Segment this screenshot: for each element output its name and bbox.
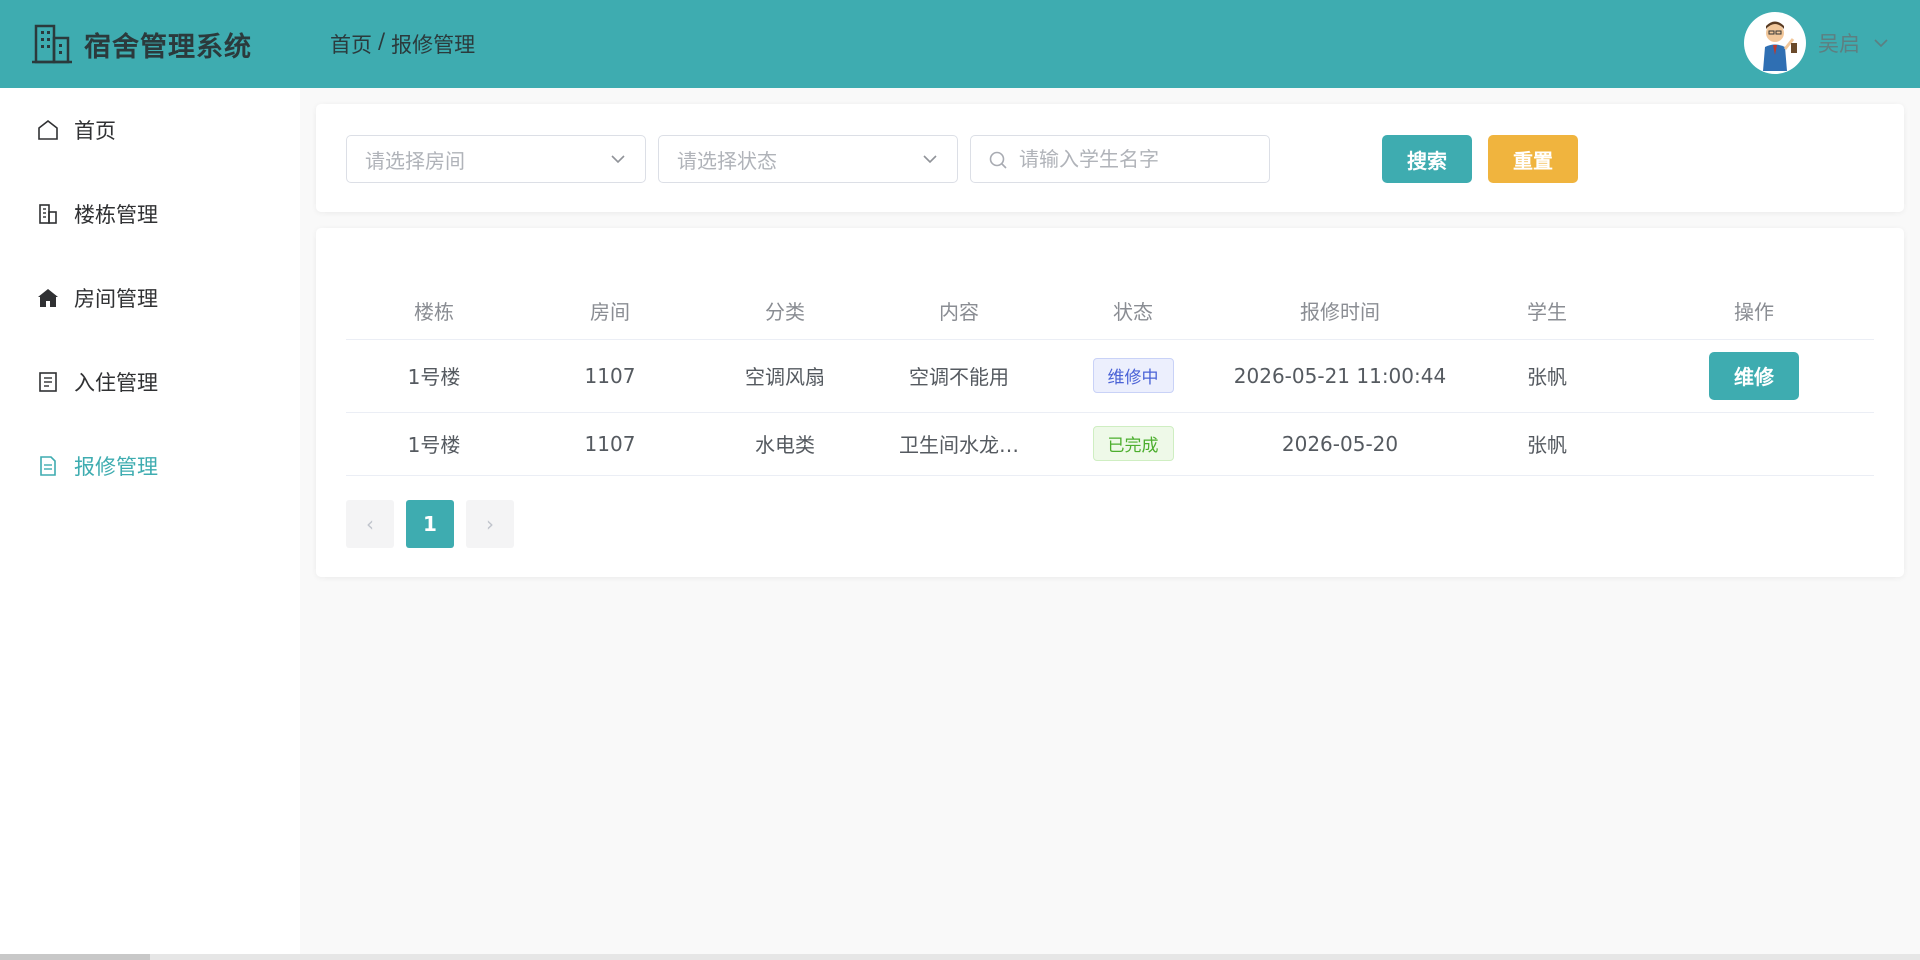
cell-action xyxy=(1634,412,1874,476)
repair-button[interactable]: 维修 xyxy=(1709,351,1799,400)
pagination: ‹ 1 › xyxy=(346,500,514,548)
cell-time: 2026-05-21 11:00:44 xyxy=(1220,339,1460,413)
scrollbar-thumb[interactable] xyxy=(0,954,150,960)
document-icon xyxy=(36,370,60,394)
sidebar-item-checkin[interactable]: 入住管理 xyxy=(0,340,300,424)
page-number-button[interactable]: 1 xyxy=(406,500,454,548)
table-row: 1号楼 1107 水电类 卫生间水龙… 已完成 2026-05-20 张帆 xyxy=(346,412,1874,476)
sidebar-item-label: 房间管理 xyxy=(74,287,158,311)
cell-building: 1号楼 xyxy=(346,412,522,476)
building-logo-icon xyxy=(32,24,72,64)
column-header-time: 报修时间 xyxy=(1220,283,1460,340)
cell-student: 张帆 xyxy=(1460,412,1634,476)
column-header-status: 状态 xyxy=(1046,283,1220,340)
sidebar-item-label: 楼栋管理 xyxy=(74,203,158,227)
cell-category: 空调风扇 xyxy=(698,339,872,413)
repair-document-icon xyxy=(36,454,60,478)
column-header-content: 内容 xyxy=(872,283,1046,340)
home-icon xyxy=(36,118,60,142)
cell-category: 水电类 xyxy=(698,412,872,476)
prev-page-button[interactable]: ‹ xyxy=(346,500,394,548)
avatar-illustration-icon xyxy=(1763,21,1797,71)
column-header-building: 楼栋 xyxy=(346,283,522,340)
student-search-input[interactable] xyxy=(1019,147,1249,171)
breadcrumb-separator: / xyxy=(378,29,386,53)
building-icon xyxy=(36,202,60,226)
app-logo[interactable]: 宿舍管理系统 xyxy=(28,20,328,68)
sidebar-item-label: 入住管理 xyxy=(74,371,158,395)
status-badge: 已完成 xyxy=(1092,426,1174,461)
status-select-placeholder: 请选择状态 xyxy=(677,148,777,173)
main-content: 请选择房间 请选择状态 搜索 重置 楼栋 房间 分类 内容 状态 报修时间 xyxy=(300,88,1920,960)
cell-room: 1107 xyxy=(522,339,698,413)
cell-content: 卫生间水龙… xyxy=(872,412,1046,476)
cell-student: 张帆 xyxy=(1460,339,1634,413)
table-row: 1号楼 1107 空调风扇 空调不能用 维修中 2026-05-21 11:00… xyxy=(346,339,1874,413)
user-menu[interactable]: 吴启 xyxy=(1744,12,1890,74)
top-header: 宿舍管理系统 首页 / 报修管理 吴启 xyxy=(0,0,1920,88)
repair-table: 楼栋 房间 分类 内容 状态 报修时间 学生 操作 1号楼 1107 空调风扇 … xyxy=(346,283,1874,476)
cell-time: 2026-05-20 xyxy=(1220,412,1460,476)
cell-status: 已完成 xyxy=(1046,412,1220,476)
column-header-room: 房间 xyxy=(522,283,698,340)
horizontal-scrollbar[interactable] xyxy=(0,954,1920,960)
search-button[interactable]: 搜索 xyxy=(1382,135,1472,183)
sidebar: 首页 楼栋管理 房间管理 入住管理 报修管理 xyxy=(0,88,300,960)
user-name: 吴启 xyxy=(1818,32,1860,56)
breadcrumb-home[interactable]: 首页 xyxy=(330,29,372,59)
student-search-field[interactable] xyxy=(970,135,1270,183)
sidebar-item-rooms[interactable]: 房间管理 xyxy=(0,256,300,340)
sidebar-item-home[interactable]: 首页 xyxy=(0,88,300,172)
house-icon xyxy=(36,286,60,310)
column-header-category: 分类 xyxy=(698,283,872,340)
cell-content: 空调不能用 xyxy=(872,339,1046,413)
sidebar-item-buildings[interactable]: 楼栋管理 xyxy=(0,172,300,256)
breadcrumb-current: 报修管理 xyxy=(391,33,476,57)
search-panel: 请选择房间 请选择状态 搜索 重置 xyxy=(316,104,1904,212)
reset-button[interactable]: 重置 xyxy=(1488,135,1578,183)
cell-room: 1107 xyxy=(522,412,698,476)
sidebar-item-repairs[interactable]: 报修管理 xyxy=(0,424,300,508)
next-page-button[interactable]: › xyxy=(466,500,514,548)
sidebar-item-label: 首页 xyxy=(74,119,116,143)
chevron-down-icon xyxy=(1874,39,1888,48)
app-title: 宿舍管理系统 xyxy=(84,31,252,63)
repair-table-panel: 楼栋 房间 分类 内容 状态 报修时间 学生 操作 1号楼 1107 空调风扇 … xyxy=(316,228,1904,577)
chevron-down-icon xyxy=(611,155,625,164)
column-header-action: 操作 xyxy=(1634,283,1874,340)
room-select[interactable]: 请选择房间 xyxy=(346,135,646,183)
sidebar-item-label: 报修管理 xyxy=(74,455,158,479)
status-select[interactable]: 请选择状态 xyxy=(658,135,958,183)
avatar[interactable] xyxy=(1744,12,1806,74)
status-badge: 维修中 xyxy=(1092,358,1174,393)
breadcrumb: 首页 / 报修管理 xyxy=(330,29,475,59)
chevron-down-icon xyxy=(923,155,937,164)
cell-building: 1号楼 xyxy=(346,339,522,413)
table-header-row: 楼栋 房间 分类 内容 状态 报修时间 学生 操作 xyxy=(346,283,1874,340)
column-header-student: 学生 xyxy=(1460,283,1634,340)
room-select-placeholder: 请选择房间 xyxy=(365,148,465,173)
search-icon xyxy=(989,151,1007,169)
cell-status: 维修中 xyxy=(1046,339,1220,413)
cell-action: 维修 xyxy=(1634,339,1874,413)
